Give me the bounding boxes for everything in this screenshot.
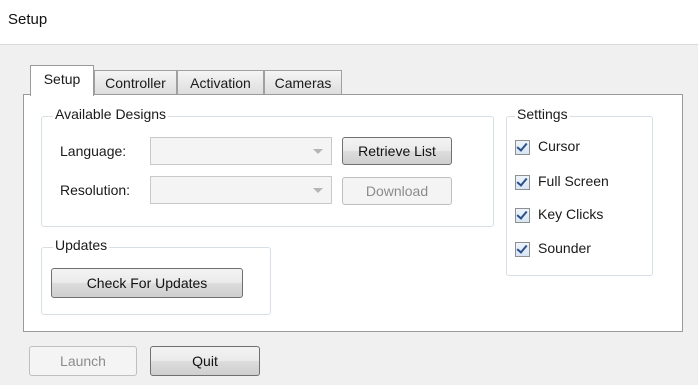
setting-label: Full Screen: [538, 173, 609, 189]
setting-label: Key Clicks: [538, 206, 604, 222]
checkbox-checked-icon[interactable]: [515, 242, 530, 257]
settings-legend: Settings: [515, 106, 570, 122]
checkbox-checked-icon[interactable]: [515, 175, 530, 190]
tab-activation[interactable]: Activation: [177, 70, 264, 95]
resolution-label: Resolution:: [60, 182, 131, 198]
tab-setup[interactable]: Setup: [30, 65, 94, 96]
title-bar: Setup: [0, 0, 698, 45]
setting-label: Cursor: [538, 138, 581, 154]
tab-controller[interactable]: Controller: [94, 70, 177, 95]
language-dropdown[interactable]: [150, 137, 332, 165]
resolution-dropdown[interactable]: [150, 176, 332, 204]
setting-cursor[interactable]: Cursor: [515, 137, 645, 157]
chevron-down-icon: [313, 188, 323, 193]
available-designs-legend: Available Designs: [53, 106, 169, 122]
available-designs-group: [41, 116, 494, 227]
setting-label: Sounder: [538, 240, 591, 256]
check-for-updates-button[interactable]: Check For Updates: [51, 268, 243, 298]
setting-full-screen[interactable]: Full Screen: [515, 172, 645, 192]
retrieve-list-button[interactable]: Retrieve List: [342, 137, 452, 165]
window-title: Setup: [8, 11, 48, 28]
setting-sounder[interactable]: Sounder: [515, 239, 645, 259]
setting-key-clicks[interactable]: Key Clicks: [515, 205, 645, 225]
checkbox-checked-icon[interactable]: [515, 208, 530, 223]
checkbox-checked-icon[interactable]: [515, 140, 530, 155]
quit-button[interactable]: Quit: [150, 346, 260, 376]
download-button[interactable]: Download: [342, 177, 452, 205]
updates-legend: Updates: [53, 237, 110, 253]
language-label: Language:: [60, 143, 127, 159]
launch-button[interactable]: Launch: [29, 346, 137, 376]
chevron-down-icon: [313, 149, 323, 154]
tab-cameras[interactable]: Cameras: [264, 70, 342, 95]
